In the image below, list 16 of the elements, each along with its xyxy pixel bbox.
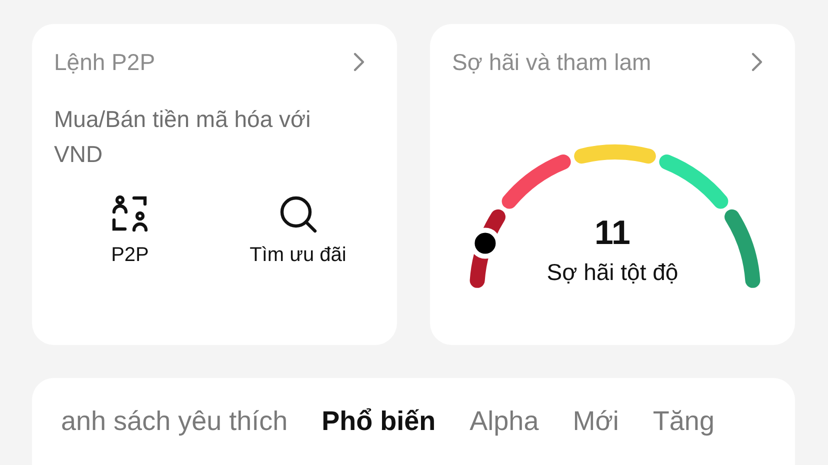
market-tab[interactable]: Tăng <box>652 406 714 437</box>
market-tab[interactable]: Phổ biến <box>322 406 436 437</box>
market-tab[interactable]: Mới <box>572 406 619 437</box>
chevron-right-icon[interactable] <box>751 52 763 72</box>
chevron-right-icon[interactable] <box>353 52 365 72</box>
market-tab[interactable]: anh sách yêu thích <box>61 406 288 437</box>
people-icon[interactable] <box>110 194 150 234</box>
action-label[interactable]: Tìm ưu đãi <box>250 244 346 267</box>
card-title: Sợ hãi và tham lam <box>452 48 652 76</box>
index-status: Sợ hãi tột độ <box>546 259 678 286</box>
card-description: Mua/Bán tiền mã hóa với VND <box>53 105 312 169</box>
index-value: 11 <box>594 214 630 253</box>
search-icon[interactable] <box>278 194 318 234</box>
action-label[interactable]: P2P <box>111 244 149 267</box>
card-title: Lệnh P2P <box>54 48 156 76</box>
market-tab[interactable]: Alpha <box>470 406 539 437</box>
